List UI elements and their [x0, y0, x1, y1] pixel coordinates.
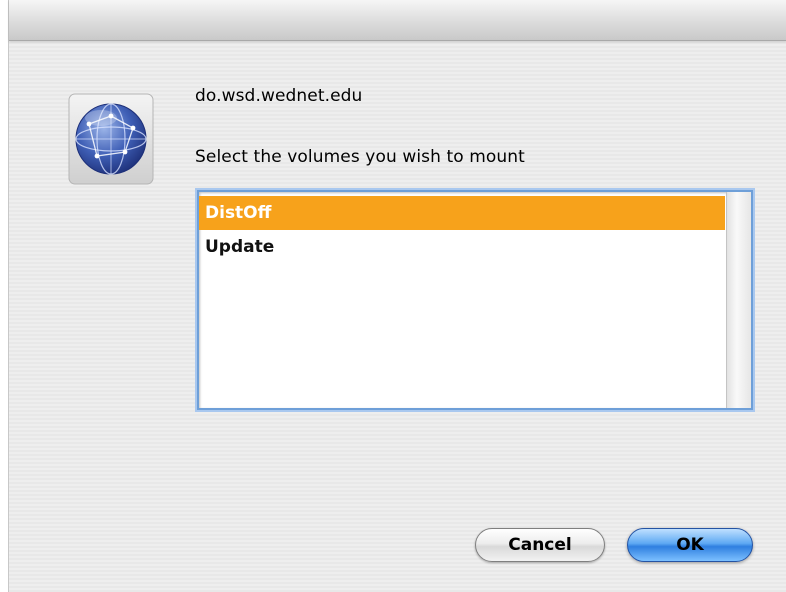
title-bar[interactable] [9, 0, 786, 41]
mount-volumes-dialog: do.wsd.wednet.edu Select the volumes you… [8, 0, 786, 592]
volume-list-items: DistOff Update [199, 196, 725, 264]
volume-list[interactable]: DistOff Update [197, 190, 753, 410]
server-name: do.wsd.wednet.edu [195, 86, 363, 106]
list-scrollbar[interactable] [726, 192, 751, 408]
list-item-update[interactable]: Update [199, 230, 725, 264]
cancel-button[interactable]: Cancel [475, 528, 605, 562]
ok-button[interactable]: OK [627, 528, 753, 562]
prompt-text: Select the volumes you wish to mount [195, 147, 525, 167]
list-item-distoff[interactable]: DistOff [199, 196, 725, 230]
network-globe-icon [68, 93, 154, 185]
